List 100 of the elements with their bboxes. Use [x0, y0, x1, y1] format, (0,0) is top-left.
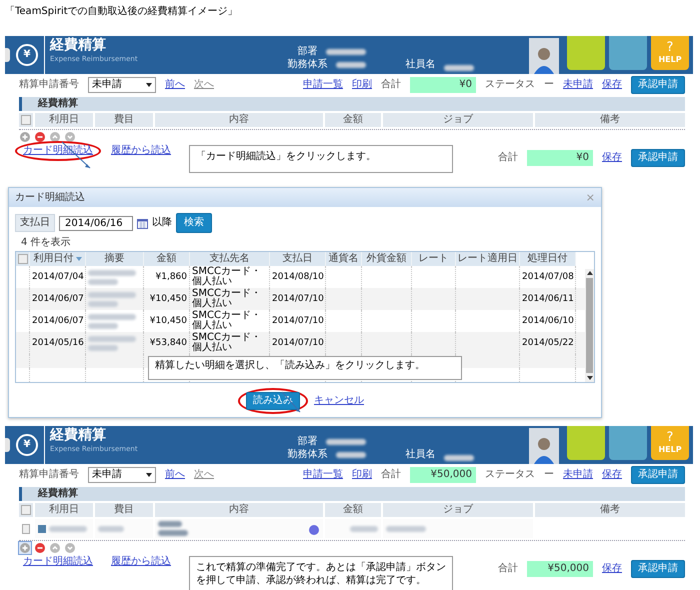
table-cell: 2014/05/22 [522, 338, 574, 348]
table-cell-text: SMCCカード・個人払い [192, 333, 262, 353]
blurred-value [158, 521, 182, 527]
column-header[interactable]: 支払先名 [190, 252, 270, 266]
save-link[interactable]: 保存 [602, 152, 622, 164]
column-header[interactable]: レート適用日 [456, 252, 520, 266]
remove-icon[interactable] [35, 543, 45, 553]
column-header: 備考 [535, 503, 685, 517]
total-label: 合計 [381, 79, 401, 91]
side-handle[interactable] [5, 438, 10, 452]
status-link[interactable]: 未申請 [563, 469, 593, 481]
dialog-title: カード明細読込 [15, 192, 85, 204]
column-header: 内容 [155, 113, 323, 127]
blurred-value [88, 292, 136, 298]
table-cell-text: SMCCカード・個人払い [192, 289, 262, 309]
print-link[interactable]: 印刷 [352, 79, 372, 91]
column-header[interactable]: 摘要 [86, 252, 144, 266]
total-value: ¥0 [527, 150, 593, 166]
table-cell: 2014/07/10 [272, 316, 324, 326]
blurred-value [326, 439, 366, 445]
save-link[interactable]: 保存 [602, 79, 622, 91]
history-import-link[interactable]: 履歴から読込 [111, 145, 171, 157]
menu-tile[interactable] [567, 426, 605, 460]
submit-button[interactable]: 承認申請 [631, 466, 685, 484]
blurred-value [49, 526, 87, 532]
save-link[interactable]: 保存 [602, 563, 622, 575]
select-all-checkbox[interactable] [18, 254, 28, 264]
status-label: ステータス [485, 469, 535, 481]
previous-link[interactable]: 前へ [165, 79, 185, 91]
status-dash: ー [544, 79, 554, 91]
history-import-link[interactable]: 履歴から読込 [111, 556, 171, 568]
add-icon[interactable] [20, 132, 30, 142]
search-button[interactable]: 検索 [176, 213, 212, 233]
side-handle[interactable] [5, 48, 10, 62]
help-label: HELP [658, 54, 682, 66]
print-link[interactable]: 印刷 [352, 469, 372, 481]
table-cell-text: SMCCカード・個人払い [192, 267, 262, 287]
app-title: 経費精算 [50, 39, 107, 51]
table-cell: 2014/05/16 [32, 338, 84, 348]
scrollbar-thumb[interactable] [586, 278, 593, 373]
blurred-value [88, 322, 118, 328]
cancel-link[interactable]: キャンセル [314, 395, 364, 407]
date-field[interactable]: 2014/06/16 [59, 216, 133, 230]
next-link[interactable]: 次へ [194, 79, 214, 91]
page-caption: 「TeamSpiritでの自動取込後の経費精算イメージ」 [5, 4, 239, 18]
blurred-value [326, 49, 366, 55]
submit-button[interactable]: 承認申請 [631, 149, 685, 167]
dropdown-caret-icon [146, 83, 152, 87]
previous-link[interactable]: 前へ [165, 469, 185, 481]
blurred-value [336, 62, 366, 68]
blurred-value [336, 452, 366, 458]
help-mark: ? [666, 430, 674, 444]
table-cell: 2014/06/11 [522, 294, 574, 304]
column-header: 費目 [95, 503, 153, 517]
blurred-value [88, 344, 118, 350]
remove-icon[interactable] [35, 132, 45, 142]
request-number-select[interactable]: 未申請 [88, 467, 156, 483]
total-value: ¥50,000 [527, 561, 593, 577]
row-checkbox[interactable] [22, 524, 30, 534]
column-header[interactable]: レート [412, 252, 456, 266]
column-header[interactable]: 金額 [144, 252, 190, 266]
menu-tile[interactable] [567, 36, 605, 70]
column-header: ジョブ [383, 503, 533, 517]
blurred-value [88, 278, 118, 284]
move-up-icon[interactable] [50, 132, 60, 142]
menu-tile[interactable] [609, 426, 647, 460]
submit-button[interactable]: 承認申請 [631, 560, 685, 578]
column-header[interactable]: 支払日 [270, 252, 326, 266]
column-header[interactable]: 外貨金額 [362, 252, 412, 266]
work-type-label: 勤務体系 [288, 449, 328, 461]
payment-date-label: 支払日 [15, 214, 55, 232]
scroll-up-icon[interactable] [586, 271, 592, 275]
request-list-link[interactable]: 申請一覧 [303, 79, 343, 91]
scroll-down-icon[interactable] [586, 376, 592, 380]
column-header[interactable]: 利用日付 [30, 252, 86, 266]
request-list-link[interactable]: 申請一覧 [303, 469, 343, 481]
table-cell: 2014/06/07 [32, 316, 84, 326]
blurred-value [386, 526, 426, 532]
table-cell: 2014/08/10 [272, 272, 324, 282]
status-link[interactable]: 未申請 [563, 79, 593, 91]
move-down-icon[interactable] [65, 132, 75, 142]
column-header[interactable]: 処理日付 [520, 252, 576, 266]
table-cell-text: SMCCカード・個人払い [192, 311, 262, 331]
next-link[interactable]: 次へ [194, 469, 214, 481]
request-number-label: 精算申請番号 [19, 79, 79, 91]
blurred-value [88, 300, 118, 306]
table-cell: 2014/07/04 [32, 272, 84, 282]
blurred-value [98, 526, 124, 532]
dropdown-caret-icon [146, 473, 152, 477]
request-number-select[interactable]: 未申請 [88, 77, 156, 93]
table-cell: 2014/06/07 [32, 294, 84, 304]
scrollbar[interactable] [585, 269, 594, 382]
calendar-icon[interactable] [137, 218, 148, 228]
menu-tile[interactable] [609, 36, 647, 70]
submit-button[interactable]: 承認申請 [631, 76, 685, 94]
save-link[interactable]: 保存 [602, 469, 622, 481]
card-import-link[interactable]: カード明細読込 [23, 556, 93, 568]
column-header: 金額 [325, 503, 381, 517]
column-header[interactable]: 通貨名 [326, 252, 362, 266]
add-icon[interactable] [20, 543, 30, 553]
